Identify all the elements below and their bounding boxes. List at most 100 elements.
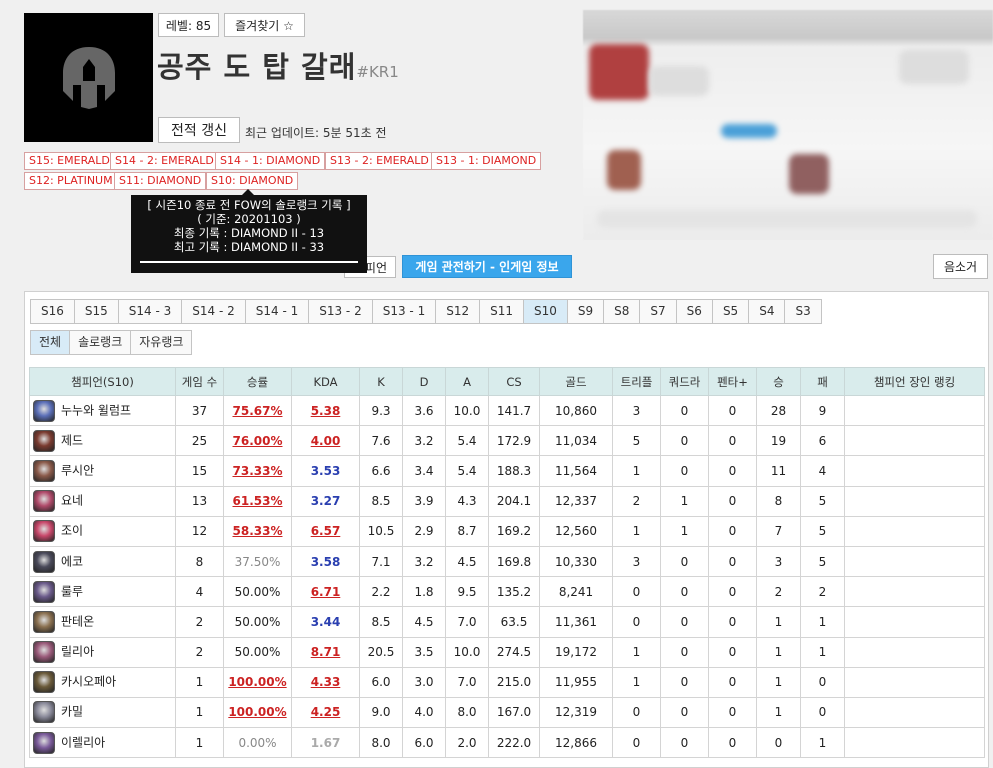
champion-stats-table: 챔피언(S10) 게임 수 승률 KDA K D A CS 골드 트리플 쿼드라 펜타+ 승 패 챔피언 장… <box>29 367 985 759</box>
champion-cell[interactable]: 이렐리아 <box>29 727 176 759</box>
cell-wr: 50.00% <box>223 606 292 638</box>
cell-k: 7.6 <box>359 425 403 457</box>
cell-value: 188.3 <box>496 463 532 478</box>
cell-value: 1 <box>774 705 783 720</box>
champion-cell[interactable]: 카시오페아 <box>29 666 176 698</box>
season-tab[interactable]: S8 <box>603 299 641 324</box>
cell-games: 1 <box>175 696 224 729</box>
column-header[interactable]: K <box>359 367 403 396</box>
cell-mastery-rank <box>844 455 985 487</box>
season-tab[interactable]: S13 - 1 <box>371 299 437 324</box>
season-tab[interactable]: S7 <box>639 299 677 324</box>
table-row[interactable]: 이렐리아 1 0.00% 1.67 8.0 6.0 2.0 222.0 12,866 0 0 0 0 1 <box>29 727 985 759</box>
table-row[interactable]: 루시안 15 73.33% 3.53 6.6 3.4 5.4 188.3 11,564 1 0 0 11… <box>29 455 985 487</box>
queue-tab[interactable]: 솔로랭크 <box>69 330 132 355</box>
table-row[interactable]: 카시오페아 1 100.00% 4.33 6.0 3.0 7.0 215.0 11,955 1 0 0… <box>29 666 985 698</box>
champion-portrait-icon <box>33 429 55 452</box>
cell-wr: 100.00% <box>223 696 292 729</box>
table-row[interactable]: 에코 8 37.50% 3.58 7.1 3.2 4.5 169.8 10,330 3 0 0 3 5 <box>29 545 985 578</box>
cell-value: 2.9 <box>414 524 434 539</box>
season-tab[interactable]: S10 <box>522 299 568 324</box>
table-row[interactable]: 카밀 1 100.00% 4.25 9.0 4.0 8.0 167.0 12,319 0 0 0 1 0 <box>29 696 985 729</box>
cell-gold: 10,860 <box>539 394 613 427</box>
table-row[interactable]: 릴리아 2 50.00% 8.71 20.5 3.5 10.0 274.5 19,172 1 0 0 1… <box>29 636 985 668</box>
tooltip-title: [ 시즌10 종료 전 FOW의 솔로랭크 기록 ] <box>147 198 351 212</box>
column-header[interactable]: KDA <box>291 367 360 396</box>
season-tab[interactable]: S14 - 3 <box>117 299 183 324</box>
season-tab[interactable]: S14 - 2 <box>181 299 246 324</box>
cell-d: 4.5 <box>402 606 446 638</box>
column-header[interactable]: 챔피언(S10) <box>29 367 176 396</box>
queue-tab[interactable]: 전체 <box>30 330 71 355</box>
column-header[interactable]: 승 <box>756 367 801 396</box>
spectate-button[interactable]: 게임 관전하기 - 인게임 정보 <box>402 255 572 278</box>
season-tab[interactable]: S16 <box>30 299 75 324</box>
season-tab[interactable]: S12 <box>435 299 481 324</box>
cell-win: 28 <box>756 394 801 427</box>
champion-cell[interactable]: 에코 <box>29 545 176 578</box>
cell-value: 169.8 <box>496 554 532 569</box>
cell-value: 10.5 <box>367 524 395 539</box>
column-header[interactable]: A <box>445 367 489 396</box>
cell-a: 4.3 <box>445 485 489 517</box>
table-row[interactable]: 요네 13 61.53% 3.27 8.5 3.9 4.3 204.1 12,337 2 1 0 8 5 <box>29 485 985 517</box>
live-game-banner[interactable] <box>583 10 993 240</box>
champion-cell[interactable]: 판테온 <box>29 606 176 638</box>
season-tab[interactable]: S14 - 1 <box>244 299 310 324</box>
column-header[interactable]: 트리플 <box>612 367 661 396</box>
refresh-button[interactable]: 전적 갱신 <box>158 117 240 143</box>
column-header[interactable]: D <box>402 367 446 396</box>
column-header[interactable]: 승률 <box>223 367 292 396</box>
cell-value: 1 <box>680 524 689 539</box>
column-header[interactable]: 챔피언 장인 랭킹 <box>844 367 985 396</box>
champion-cell[interactable]: 룰루 <box>29 576 176 608</box>
cell-value: 0 <box>680 403 689 418</box>
champion-cell[interactable]: 카밀 <box>29 696 176 729</box>
champion-cell[interactable]: 루시안 <box>29 455 176 487</box>
cell-value: 0 <box>728 463 737 478</box>
cell-a: 9.5 <box>445 576 489 608</box>
season-tab[interactable]: S3 <box>784 299 822 324</box>
season-tab[interactable]: S11 <box>479 299 524 324</box>
cell-a: 10.0 <box>445 636 489 668</box>
season-tab[interactable]: S9 <box>566 299 605 324</box>
cell-mastery-rank <box>844 696 985 729</box>
cell-quadra: 0 <box>660 727 709 759</box>
cell-value: 19 <box>770 433 787 448</box>
table-row[interactable]: 누누와 윌럼프 37 75.67% 5.38 9.3 3.6 10.0 141.7 10,860… <box>29 394 985 427</box>
season-tab[interactable]: S13 - 2 <box>308 299 373 324</box>
column-header[interactable]: 골드 <box>539 367 613 396</box>
mute-button[interactable]: 음소거 <box>933 254 988 279</box>
season-tab[interactable]: S6 <box>675 299 713 324</box>
cell-loss: 9 <box>800 394 845 427</box>
champion-cell[interactable]: 누누와 윌럼프 <box>29 394 176 427</box>
cell-value: 12,337 <box>555 494 597 509</box>
cell-quadra: 0 <box>660 545 709 578</box>
season-tab[interactable]: S15 <box>73 299 119 324</box>
season-tab[interactable]: S4 <box>748 299 786 324</box>
champion-cell[interactable]: 제드 <box>29 425 176 457</box>
champion-cell[interactable]: 조이 <box>29 515 176 547</box>
column-header[interactable]: 쿼드라 <box>660 367 709 396</box>
cell-value: 2 <box>632 494 641 509</box>
champion-cell[interactable]: 릴리아 <box>29 636 176 668</box>
season-tab[interactable]: S5 <box>711 299 750 324</box>
champion-cell[interactable]: 요네 <box>29 485 176 517</box>
cell-triple: 1 <box>612 515 661 547</box>
table-row[interactable]: 룰루 4 50.00% 6.71 2.2 1.8 9.5 135.2 8,241 0 0 0 2 2 <box>29 576 985 608</box>
table-row[interactable]: 조이 12 58.33% 6.57 10.5 2.9 8.7 169.2 12,560 1 1 0 7 5 <box>29 515 985 547</box>
cell-mastery-rank <box>844 576 985 608</box>
favorite-button[interactable]: 즐겨찾기 ☆ <box>224 13 305 37</box>
table-row[interactable]: 판테온 2 50.00% 3.44 8.5 4.5 7.0 63.5 11,361 0 0 0 1 1 <box>29 606 985 638</box>
queue-tab[interactable]: 자유랭크 <box>130 330 193 355</box>
column-header[interactable]: 패 <box>800 367 845 396</box>
column-header[interactable]: 게임 수 <box>175 367 224 396</box>
table-row[interactable]: 제드 25 76.00% 4.00 7.6 3.2 5.4 172.9 11,034 5 0 0 19 6 <box>29 425 985 457</box>
champion-portrait-icon <box>33 459 55 482</box>
rank-badge-hovered[interactable]: S10: DIAMOND <box>206 172 299 190</box>
cell-value: 222.0 <box>496 735 532 750</box>
column-header[interactable]: 펜타+ <box>708 367 757 396</box>
champion-name: 판테온 <box>61 614 95 629</box>
column-header[interactable]: CS <box>488 367 540 396</box>
champion-portrait-icon <box>33 580 55 603</box>
